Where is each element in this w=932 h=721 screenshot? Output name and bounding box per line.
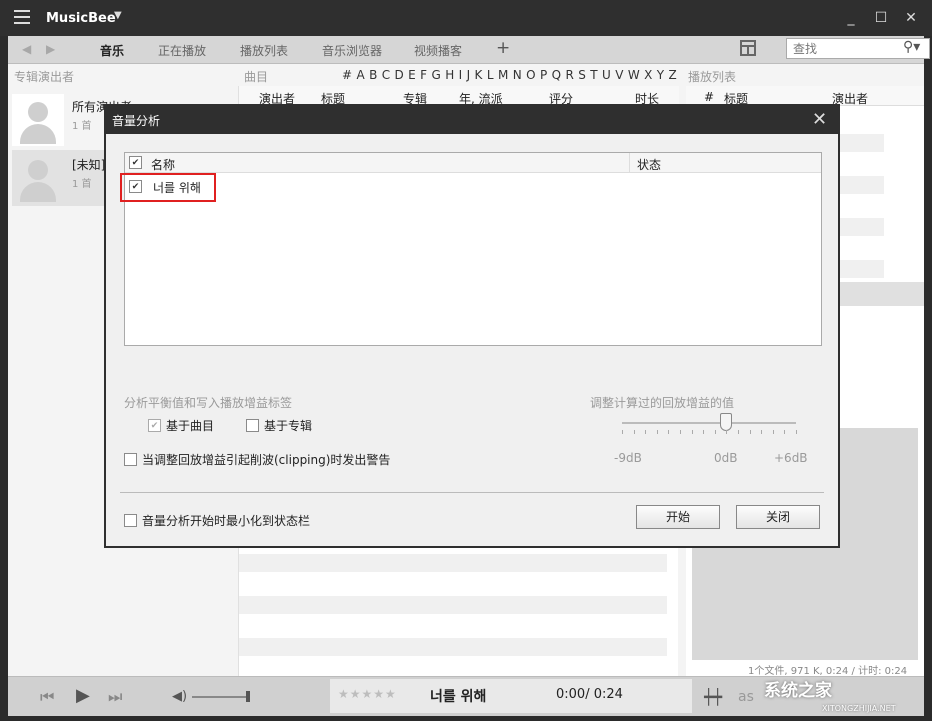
slider-tick <box>634 430 635 434</box>
tab-playlists[interactable]: 播放列表 <box>240 42 288 59</box>
equalizer-icon[interactable]: ┿┿ <box>704 688 722 706</box>
rating-stars[interactable]: ★★★★★ <box>338 687 397 701</box>
slider-tick <box>622 430 623 434</box>
slider-min-label: -9dB <box>614 451 642 465</box>
volume-slider[interactable] <box>192 696 250 698</box>
volume-analysis-dialog: 音量分析 ✕ 名称 状态 너를 위해 分析平衡值和写入播放增益标签 基于曲目 基… <box>104 104 840 548</box>
minimize-label: 音量分析开始时最小化到状态栏 <box>142 514 311 528</box>
avatar <box>12 94 64 146</box>
dialog-title: 音量分析 <box>112 114 161 128</box>
search-icon[interactable]: ⚲▾ <box>903 39 920 55</box>
list-item <box>239 596 667 614</box>
chevron-down-icon[interactable]: ▼ <box>114 10 122 21</box>
file-row[interactable]: 너를 위해 <box>125 177 821 197</box>
track-list-header: 演出者 标题 专辑 年, 流派 评分 时长 <box>239 86 679 106</box>
playlist-header: 播放列表 <box>688 70 737 84</box>
add-tab-icon[interactable]: + <box>496 38 510 58</box>
slider-tick <box>750 430 751 434</box>
slider-tick <box>726 430 727 434</box>
file-list-header: 名称 状态 <box>125 153 821 173</box>
volume-slider-thumb[interactable] <box>246 691 250 702</box>
song-title: 너를 위해 <box>430 689 487 705</box>
highlight-box <box>120 173 216 202</box>
layout-icon[interactable] <box>740 40 756 56</box>
slider-tick <box>692 430 693 434</box>
list-item <box>239 638 667 656</box>
select-all-checkbox[interactable] <box>129 156 142 169</box>
app-name[interactable]: MusicBee <box>46 11 116 26</box>
forward-arrow-icon[interactable]: ▶ <box>46 42 55 56</box>
tab-music-explorer[interactable]: 音乐浏览器 <box>322 42 382 59</box>
based-on-album-checkbox[interactable] <box>246 419 259 432</box>
slider-tick <box>761 430 762 434</box>
col-name[interactable]: 名称 <box>151 156 175 173</box>
write-tags-label: 分析平衡值和写入播放增益标签 <box>124 396 293 410</box>
tab-music[interactable]: 音乐 <box>100 42 124 59</box>
status-info: 1个文件, 971 K, 0:24 / 计时: 0:24 <box>748 666 908 677</box>
adjust-gain-label: 调整计算过的回放增益的值 <box>590 396 735 410</box>
artist-name: [未知] <box>72 158 106 172</box>
slider-tick <box>645 430 646 434</box>
play-icon[interactable]: ▶ <box>76 685 90 706</box>
volume-icon[interactable]: ◀) <box>172 689 187 704</box>
toolbar: ◀ ▶ 音乐 正在播放 播放列表 音乐浏览器 视频播客 + ⚲▾ <box>8 36 930 64</box>
slider-tick <box>657 430 658 434</box>
slider-tick <box>738 430 739 434</box>
avatar <box>12 152 64 204</box>
col-number[interactable]: # <box>704 90 714 104</box>
artist-count: 1 首 <box>72 121 92 132</box>
slider-tick <box>715 430 716 434</box>
based-on-album-label: 基于专辑 <box>264 419 313 433</box>
alphabet-filter[interactable]: # A B C D E F G H I J K L M N O P Q R S … <box>342 68 677 82</box>
minimize-icon[interactable]: _ <box>842 9 860 27</box>
back-arrow-icon[interactable]: ◀ <box>22 42 31 56</box>
minimize-checkbox[interactable] <box>124 514 137 527</box>
watermark-logo: 系统之家 <box>764 681 832 701</box>
song-time: 0:00/ 0:24 <box>556 687 623 702</box>
file-list[interactable]: 名称 状态 너를 위해 <box>124 152 822 346</box>
hamburger-menu-icon[interactable] <box>14 10 30 24</box>
next-icon[interactable]: ⏭ <box>108 687 122 707</box>
slider-tick <box>796 430 797 434</box>
slider-tick <box>680 430 681 434</box>
gain-slider[interactable] <box>622 422 796 424</box>
start-button[interactable]: 开始 <box>636 505 720 529</box>
previous-icon[interactable]: ⏮ <box>40 687 54 707</box>
now-playing: ★★★★★ 너를 위해 0:00/ 0:24 <box>330 679 692 713</box>
slider-tick <box>668 430 669 434</box>
search-box[interactable]: ⚲▾ <box>786 38 930 59</box>
slider-mid-label: 0dB <box>714 451 738 465</box>
clipping-warning-label: 当调整回放增益引起削波(clipping)时发出警告 <box>142 453 391 467</box>
tracks-header: 曲目 <box>244 70 269 84</box>
gain-slider-thumb[interactable] <box>720 413 733 431</box>
title-bar: MusicBee ▼ _ ☐ ✕ <box>0 0 932 36</box>
lastfm-icon[interactable]: as <box>738 689 754 705</box>
playlist-list-header: # 标题 演出者 <box>686 86 924 106</box>
dialog-title-bar: 音量分析 ✕ <box>106 106 838 134</box>
tab-now-playing[interactable]: 正在播放 <box>158 42 206 59</box>
slider-tick <box>703 430 704 434</box>
maximize-icon[interactable]: ☐ <box>872 9 890 27</box>
artist-count: 1 首 <box>72 179 92 190</box>
col-status[interactable]: 状态 <box>637 156 661 173</box>
clipping-warning-checkbox[interactable] <box>124 453 137 466</box>
close-icon[interactable]: ✕ <box>812 109 827 130</box>
slider-tick <box>773 430 774 434</box>
based-on-track-checkbox[interactable] <box>148 419 161 432</box>
watermark-url: XITONGZHIJIA.NET <box>822 704 896 713</box>
slider-max-label: +6dB <box>774 451 808 465</box>
search-input[interactable] <box>787 39 897 58</box>
based-on-track-label: 基于曲目 <box>166 419 215 433</box>
divider <box>120 492 824 493</box>
artists-header: 专辑演出者 <box>14 70 75 84</box>
tab-podcasts[interactable]: 视频播客 <box>414 42 462 59</box>
close-icon[interactable]: ✕ <box>902 9 920 27</box>
slider-tick <box>784 430 785 434</box>
list-item <box>239 554 667 572</box>
close-button[interactable]: 关闭 <box>736 505 820 529</box>
